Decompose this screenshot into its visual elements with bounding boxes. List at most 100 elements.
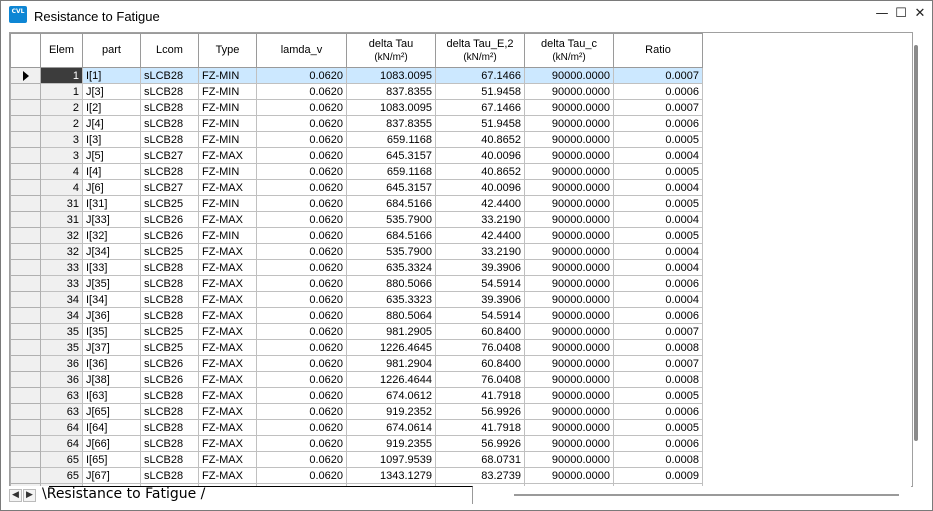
cell-part[interactable]: J[36] [82,307,141,324]
cell-delta-tau-e-2[interactable]: 33.2190 [435,211,525,228]
cell-delta-tau[interactable]: 981.2905 [346,323,436,340]
column-header-part[interactable]: part [82,33,141,68]
cell-delta-tau-e-2[interactable]: 51.9458 [435,115,525,132]
cell-type[interactable]: FZ-MAX [198,435,257,452]
cell-delta-tau-c[interactable]: 90000.0000 [524,195,614,212]
cell-ratio[interactable]: 0.0008 [613,371,703,388]
cell-delta-tau-c[interactable]: 90000.0000 [524,371,614,388]
row-header[interactable] [10,243,41,260]
row-header[interactable] [10,291,41,308]
cell-delta-tau-e-2[interactable]: 76.0408 [435,371,525,388]
cell-delta-tau-c[interactable]: 90000.0000 [524,115,614,132]
cell-lamda-v[interactable]: 0.0620 [256,275,347,292]
cell-lamda-v[interactable]: 0.0620 [256,451,347,468]
column-header-ratio[interactable]: Ratio [613,33,703,68]
cell-delta-tau[interactable]: 880.5066 [346,275,436,292]
cell-elem[interactable]: 35 [40,323,83,340]
cell-ratio[interactable]: 0.0007 [613,355,703,372]
cell-lcom[interactable]: sLCB28 [140,163,199,180]
cell-lcom[interactable]: sLCB28 [140,403,199,420]
cell-delta-tau[interactable]: 535.7900 [346,211,436,228]
row-header[interactable] [10,195,41,212]
cell-elem[interactable]: 2 [40,99,83,116]
row-header[interactable] [10,147,41,164]
row-header[interactable] [10,339,41,356]
cell-type[interactable]: FZ-MAX [198,243,257,260]
cell-delta-tau[interactable]: 1226.4644 [346,371,436,388]
cell-delta-tau[interactable]: 659.1168 [346,163,436,180]
cell-lamda-v[interactable]: 0.0620 [256,339,347,356]
cell-lcom[interactable]: sLCB26 [140,355,199,372]
table-row[interactable]: 36 I[36] sLCB26 FZ-MAX 0.0620 981.2904 60.8400… [10,355,703,372]
next-sheet-button[interactable]: ▶ [23,489,36,502]
table-row[interactable]: 65 I[65] sLCB28 FZ-MAX 0.0620 1097.9539 68.073… [10,451,703,468]
cell-lcom[interactable]: sLCB25 [140,339,199,356]
cell-part[interactable]: J[67] [82,467,141,484]
cell-delta-tau-e-2[interactable]: 41.7918 [435,419,525,436]
cell-delta-tau-e-2[interactable]: 60.8400 [435,323,525,340]
cell-lcom[interactable]: sLCB27 [140,179,199,196]
row-header[interactable] [10,227,41,244]
cell-lcom[interactable]: sLCB28 [140,259,199,276]
table-row[interactable]: 2 I[2] sLCB28 FZ-MIN 0.0620 1083.0095 67.1466 9… [10,99,703,116]
cell-lcom[interactable]: sLCB25 [140,195,199,212]
cell-elem[interactable]: 64 [40,435,83,452]
cell-elem[interactable]: 64 [40,419,83,436]
column-header-type[interactable]: Type [198,33,257,68]
sheet-tab-fatigue[interactable]: \Resistance to Fatigue / [42,486,205,503]
cell-part[interactable]: I[31] [82,195,141,212]
cell-delta-tau[interactable]: 837.8355 [346,83,436,100]
cell-delta-tau-e-2[interactable]: 40.0096 [435,179,525,196]
cell-delta-tau[interactable]: 674.0612 [346,387,436,404]
cell-lcom[interactable]: sLCB25 [140,243,199,260]
cell-part[interactable]: I[2] [82,99,141,116]
cell-part[interactable]: J[34] [82,243,141,260]
cell-delta-tau-c[interactable]: 90000.0000 [524,211,614,228]
row-header[interactable] [10,67,41,84]
cell-ratio[interactable]: 0.0004 [613,259,703,276]
row-header[interactable] [10,83,41,100]
cell-type[interactable]: FZ-MAX [198,451,257,468]
cell-delta-tau-c[interactable]: 90000.0000 [524,227,614,244]
row-header[interactable] [10,451,41,468]
cell-type[interactable]: FZ-MIN [198,131,257,148]
cell-delta-tau-c[interactable]: 90000.0000 [524,435,614,452]
cell-elem[interactable]: 34 [40,307,83,324]
table-row[interactable]: 32 J[34] sLCB25 FZ-MAX 0.0620 535.7900 33.2190… [10,243,703,260]
table-row[interactable]: 63 J[65] sLCB28 FZ-MAX 0.0620 919.2352 56.9926… [10,403,703,420]
cell-delta-tau[interactable]: 635.3323 [346,291,436,308]
table-row[interactable]: 33 J[35] sLCB28 FZ-MAX 0.0620 880.5066 54.5914… [10,275,703,292]
cell-delta-tau[interactable]: 919.2352 [346,403,436,420]
cell-delta-tau-e-2[interactable]: 41.7918 [435,387,525,404]
row-header[interactable] [10,371,41,388]
cell-elem[interactable]: 35 [40,339,83,356]
cell-lcom[interactable]: sLCB28 [140,307,199,324]
cell-lcom[interactable]: sLCB28 [140,419,199,436]
cell-delta-tau-e-2[interactable]: 68.0731 [435,451,525,468]
cell-delta-tau[interactable]: 837.8355 [346,115,436,132]
cell-type[interactable]: FZ-MAX [198,211,257,228]
cell-part[interactable]: J[66] [82,435,141,452]
cell-delta-tau[interactable]: 1343.1279 [346,467,436,484]
cell-ratio[interactable]: 0.0005 [613,163,703,180]
cell-delta-tau-c[interactable]: 90000.0000 [524,131,614,148]
cell-ratio[interactable]: 0.0004 [613,147,703,164]
cell-delta-tau-c[interactable]: 90000.0000 [524,339,614,356]
cell-type[interactable]: FZ-MAX [198,387,257,404]
cell-delta-tau-c[interactable]: 90000.0000 [524,275,614,292]
cell-elem[interactable]: 32 [40,227,83,244]
cell-ratio[interactable]: 0.0006 [613,115,703,132]
cell-part[interactable]: J[4] [82,115,141,132]
cell-delta-tau[interactable]: 1083.0095 [346,67,436,84]
cell-lamda-v[interactable]: 0.0620 [256,467,347,484]
row-header[interactable] [10,99,41,116]
cell-delta-tau[interactable]: 659.1168 [346,131,436,148]
cell-ratio[interactable]: 0.0007 [613,67,703,84]
cell-part[interactable]: J[6] [82,179,141,196]
cell-part[interactable]: J[3] [82,83,141,100]
cell-lcom[interactable]: sLCB28 [140,99,199,116]
row-header[interactable] [10,115,41,132]
cell-type[interactable]: FZ-MAX [198,307,257,324]
cell-lcom[interactable]: sLCB26 [140,371,199,388]
cell-part[interactable]: I[65] [82,451,141,468]
